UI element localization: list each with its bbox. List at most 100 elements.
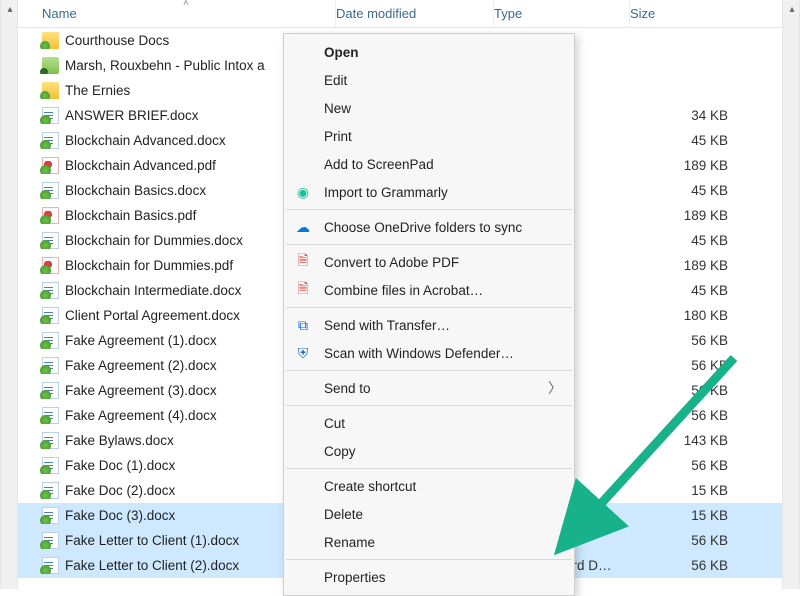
pdf-icon: 🗎: [294, 281, 312, 299]
file-size: 189 KB: [630, 208, 782, 223]
folder-yellow-icon: [42, 82, 59, 99]
ctx-separator: [286, 209, 572, 210]
ctx-edit[interactable]: Edit: [284, 66, 574, 94]
file-name: Blockchain Intermediate.docx: [65, 283, 241, 298]
file-name: ANSWER BRIEF.docx: [65, 108, 199, 123]
file-name: Blockchain for Dummies.pdf: [65, 258, 233, 273]
column-header-date[interactable]: Date modified: [336, 0, 494, 27]
pdf-icon: [42, 207, 59, 224]
file-size: 189 KB: [630, 158, 782, 173]
ctx-separator: [286, 307, 572, 308]
docx-icon: [42, 132, 59, 149]
ctx-adobe-combine[interactable]: 🗎 Combine files in Acrobat…: [284, 276, 574, 304]
file-name: Fake Letter to Client (2).docx: [65, 558, 239, 573]
ctx-label: Scan with Windows Defender…: [324, 346, 514, 361]
file-name: Fake Doc (2).docx: [65, 483, 175, 498]
column-header-type[interactable]: Type: [494, 0, 630, 27]
docx-icon: [42, 432, 59, 449]
docx-icon: [42, 307, 59, 324]
sort-indicator-icon: ˄: [183, 0, 189, 9]
docx-icon: [42, 557, 59, 574]
ctx-separator: [286, 405, 572, 406]
column-header-name[interactable]: Name: [18, 0, 336, 27]
file-size: 45 KB: [630, 233, 782, 248]
docx-icon: [42, 282, 59, 299]
ctx-open[interactable]: Open: [284, 38, 574, 66]
file-size: 45 KB: [630, 283, 782, 298]
file-size: 56 KB: [630, 383, 782, 398]
file-size: 45 KB: [630, 183, 782, 198]
ctx-delete[interactable]: Delete: [284, 500, 574, 528]
ctx-label: Convert to Adobe PDF: [324, 255, 459, 270]
ctx-onedrive[interactable]: ☁ Choose OneDrive folders to sync: [284, 213, 574, 241]
ctx-send-to[interactable]: Send to 〉: [284, 374, 574, 402]
ctx-label: Send to: [324, 381, 371, 396]
file-name: Fake Letter to Client (1).docx: [65, 533, 239, 548]
file-size: 56 KB: [630, 558, 782, 573]
file-name: Fake Doc (1).docx: [65, 458, 175, 473]
file-name: Client Portal Agreement.docx: [65, 308, 240, 323]
file-name: Fake Agreement (3).docx: [65, 383, 217, 398]
dropbox-icon: ⧉: [294, 316, 312, 334]
docx-icon: [42, 482, 59, 499]
folder-green-icon: [42, 57, 59, 74]
scrollbar-right[interactable]: ▴: [782, 0, 800, 589]
ctx-rename[interactable]: Rename: [284, 528, 574, 556]
chevron-right-icon: 〉: [548, 378, 562, 398]
file-name: Fake Agreement (1).docx: [65, 333, 217, 348]
file-size: 45 KB: [630, 133, 782, 148]
ctx-print[interactable]: Print: [284, 122, 574, 150]
docx-icon: [42, 407, 59, 424]
docx-icon: [42, 357, 59, 374]
ctx-separator: [286, 559, 572, 560]
file-size: 56 KB: [630, 333, 782, 348]
ctx-adobe-convert[interactable]: 🗎 Convert to Adobe PDF: [284, 248, 574, 276]
file-size: 56 KB: [630, 533, 782, 548]
scroll-up-icon: ▴: [1, 0, 19, 18]
file-size: 56 KB: [630, 408, 782, 423]
ctx-transfer[interactable]: ⧉ Send with Transfer…: [284, 311, 574, 339]
docx-icon: [42, 532, 59, 549]
ctx-screenpad[interactable]: Add to ScreenPad: [284, 150, 574, 178]
file-size: 180 KB: [630, 308, 782, 323]
ctx-separator: [286, 370, 572, 371]
pdf-icon: [42, 257, 59, 274]
shield-icon: ⛨: [294, 344, 312, 362]
ctx-properties[interactable]: Properties: [284, 563, 574, 591]
file-size: 56 KB: [630, 358, 782, 373]
onedrive-icon: ☁: [294, 218, 312, 236]
file-name: Courthouse Docs: [65, 33, 169, 48]
ctx-cut[interactable]: Cut: [284, 409, 574, 437]
pdf-icon: 🗎: [294, 253, 312, 271]
file-size: 15 KB: [630, 483, 782, 498]
ctx-separator: [286, 244, 572, 245]
file-name: Blockchain Advanced.docx: [65, 133, 226, 148]
file-size: 15 KB: [630, 508, 782, 523]
ctx-copy[interactable]: Copy: [284, 437, 574, 465]
docx-icon: [42, 507, 59, 524]
column-header-row: ˄ Name Date modified Type Size: [18, 0, 782, 28]
pdf-icon: [42, 157, 59, 174]
docx-icon: [42, 332, 59, 349]
file-size: 56 KB: [630, 458, 782, 473]
file-name: Blockchain for Dummies.docx: [65, 233, 243, 248]
context-menu: Open Edit New Print Add to ScreenPad ◉ I…: [283, 33, 575, 596]
file-name: Blockchain Advanced.pdf: [65, 158, 216, 173]
ctx-label: Send with Transfer…: [324, 318, 450, 333]
grammarly-icon: ◉: [294, 183, 312, 201]
docx-icon: [42, 457, 59, 474]
docx-icon: [42, 107, 59, 124]
ctx-defender[interactable]: ⛨ Scan with Windows Defender…: [284, 339, 574, 367]
docx-icon: [42, 182, 59, 199]
scrollbar-left[interactable]: ▴: [0, 0, 18, 589]
docx-icon: [42, 232, 59, 249]
file-name: Blockchain Basics.docx: [65, 183, 206, 198]
ctx-shortcut[interactable]: Create shortcut: [284, 472, 574, 500]
scroll-up-icon: ▴: [783, 0, 800, 18]
column-header-size[interactable]: Size: [630, 0, 782, 27]
docx-icon: [42, 382, 59, 399]
ctx-grammarly[interactable]: ◉ Import to Grammarly: [284, 178, 574, 206]
ctx-label: Choose OneDrive folders to sync: [324, 220, 522, 235]
file-size: 34 KB: [630, 108, 782, 123]
ctx-new[interactable]: New: [284, 94, 574, 122]
